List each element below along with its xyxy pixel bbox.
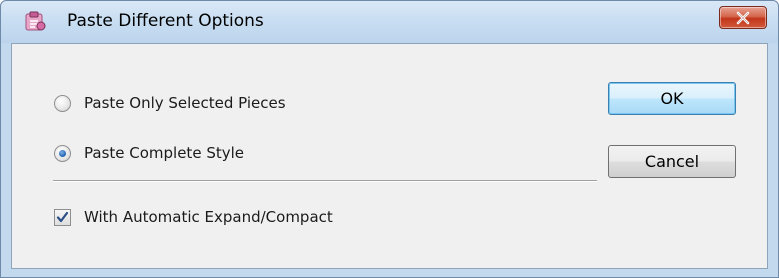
auto-expand-checkbox[interactable] <box>54 208 71 226</box>
paste-complete-style-radio[interactable] <box>54 144 71 162</box>
paste-only-selected-radio[interactable] <box>54 94 71 112</box>
dialog-content: Paste Only Selected Pieces Paste Complet… <box>11 43 768 269</box>
close-button[interactable] <box>719 6 767 29</box>
title-bar[interactable]: Paste Different Options <box>1 1 778 43</box>
paste-app-icon <box>24 10 46 32</box>
paste-only-selected-option[interactable]: Paste Only Selected Pieces <box>54 92 286 114</box>
separator-line <box>53 180 597 182</box>
auto-expand-option[interactable]: With Automatic Expand/Compact <box>54 206 333 228</box>
ok-button[interactable]: OK <box>608 82 736 115</box>
cancel-button[interactable]: Cancel <box>608 145 736 178</box>
auto-expand-label[interactable]: With Automatic Expand/Compact <box>84 208 333 226</box>
paste-complete-style-label[interactable]: Paste Complete Style <box>84 144 244 162</box>
paste-complete-style-option[interactable]: Paste Complete Style <box>54 142 244 164</box>
dialog-window: Paste Different Options Paste Only Selec… <box>0 0 779 278</box>
checkmark-icon <box>56 211 69 222</box>
paste-only-selected-label[interactable]: Paste Only Selected Pieces <box>84 94 286 112</box>
close-icon <box>736 11 750 25</box>
dialog-title: Paste Different Options <box>67 11 264 31</box>
